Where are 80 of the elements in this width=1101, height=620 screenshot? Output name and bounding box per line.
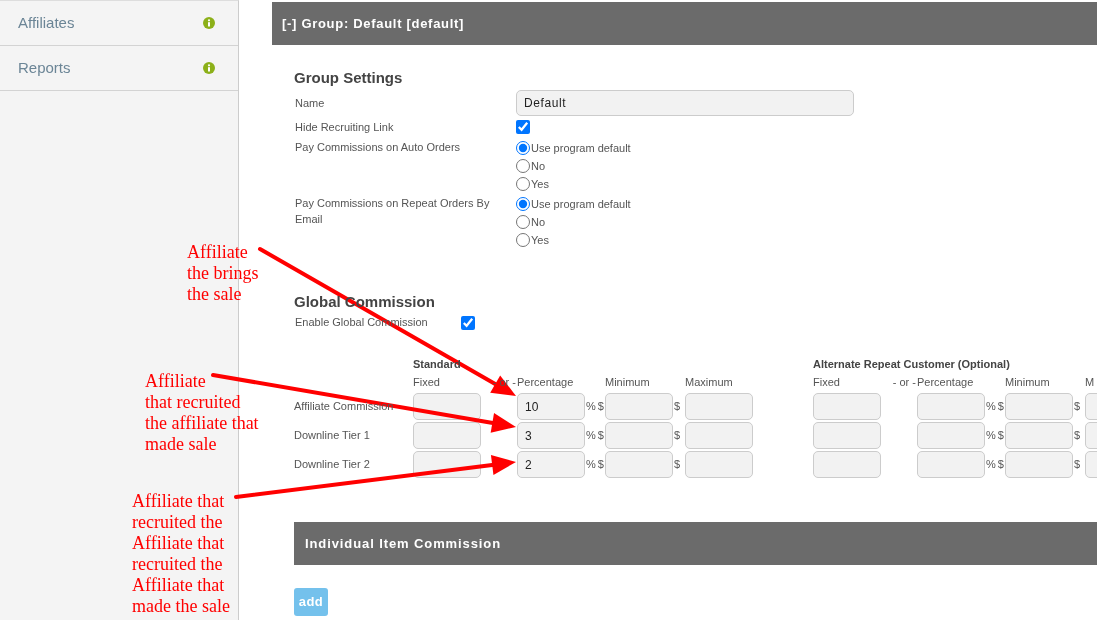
option-label: Use program default	[531, 197, 631, 211]
unit-label: $	[597, 428, 604, 444]
input-field[interactable]	[1005, 393, 1073, 420]
text-field[interactable]: Default	[516, 90, 854, 116]
annotation-note: Affiliate that recruited the Affiliate that recruited the Affiliate that made the sale	[132, 491, 230, 617]
radio-button[interactable]	[516, 141, 530, 155]
option-label: No	[531, 215, 546, 229]
option-label: Yes	[531, 233, 549, 247]
group-header[interactable]: [-] Group: Default [default]	[272, 2, 1097, 45]
column-header: Minimum	[605, 375, 651, 390]
radio-button[interactable]	[516, 233, 530, 247]
input-field[interactable]	[813, 451, 881, 478]
annotation-note: Affiliate that recruited the affiliate that made sale	[145, 371, 259, 455]
input-field[interactable]	[413, 422, 481, 449]
input-field[interactable]	[917, 451, 985, 478]
column-header: Percentage	[517, 375, 575, 390]
unit-label: %	[986, 399, 996, 415]
unit-label: %	[986, 428, 996, 444]
unit-label: $	[597, 457, 604, 473]
unit-label: %	[586, 399, 596, 415]
sidebar-link[interactable]: Affiliates	[18, 11, 75, 35]
input-field[interactable]	[1005, 451, 1073, 478]
input-field[interactable]	[685, 422, 753, 449]
unit-label: $	[997, 457, 1004, 473]
option-label: Use program default	[531, 141, 631, 155]
option-label: No	[531, 159, 546, 173]
radio-button[interactable]	[516, 159, 530, 173]
unit-label: %	[586, 457, 596, 473]
input-field[interactable]	[685, 393, 753, 420]
field-label: Pay Commissions on Auto Orders	[294, 140, 462, 155]
info-icon	[203, 62, 215, 74]
input-field[interactable]	[813, 422, 881, 449]
option-label: Yes	[531, 177, 549, 191]
group-heading: Standard	[413, 357, 462, 371]
column-header: - or -	[891, 375, 917, 390]
input-field[interactable]	[917, 422, 985, 449]
column-header: Maximum	[685, 375, 734, 390]
input-field[interactable]: 3	[517, 422, 585, 449]
column-header: Minimum	[1005, 375, 1051, 390]
field-label: Name	[294, 96, 326, 111]
input-field[interactable]: 2	[517, 451, 585, 478]
radio-button[interactable]	[516, 215, 530, 229]
checkbox[interactable]	[461, 315, 475, 330]
column-header: Percentage	[917, 375, 975, 390]
unit-label: $	[597, 399, 604, 415]
unit-label: $	[997, 399, 1004, 415]
input-field[interactable]	[685, 451, 753, 478]
input-field[interactable]	[813, 393, 881, 420]
input-field[interactable]	[605, 422, 673, 449]
row-label: Downline Tier 2	[294, 457, 371, 473]
checkbox[interactable]	[516, 120, 530, 134]
field-label: Hide Recruiting Link	[294, 120, 395, 135]
input-field[interactable]	[605, 451, 673, 478]
column-header: Fixed	[813, 375, 841, 390]
row-label: Affiliate Commission	[294, 399, 395, 415]
group-heading: Alternate Repeat Customer (Optional)	[813, 357, 1011, 371]
unit-label: %	[586, 428, 596, 444]
unit-label: $	[674, 399, 681, 415]
input-field[interactable]	[605, 393, 673, 420]
unit-label: %	[986, 457, 996, 473]
column-header: M	[1085, 375, 1096, 390]
column-header: Fixed	[413, 375, 441, 390]
unit-label: $	[674, 428, 681, 444]
radio-button[interactable]	[516, 177, 530, 191]
unit-label: $	[1074, 399, 1081, 415]
sidebar-link[interactable]: Reports	[18, 56, 71, 80]
section-heading: Group Settings	[294, 69, 404, 87]
unit-label: $	[997, 428, 1004, 444]
row-label: Downline Tier 1	[294, 428, 371, 444]
input-field[interactable]	[1005, 422, 1073, 449]
unit-label: $	[674, 457, 681, 473]
section-header: Individual Item Commission	[294, 522, 1097, 565]
input-field[interactable]: 10	[517, 393, 585, 420]
field-label: Pay Commissions on Repeat Orders By Email	[294, 196, 491, 227]
unit-label: $	[1074, 457, 1081, 473]
unit-label: $	[1074, 428, 1081, 444]
input-field[interactable]	[917, 393, 985, 420]
radio-button[interactable]	[516, 197, 530, 211]
annotation-note: Affiliate the brings the sale	[187, 242, 259, 305]
info-icon	[203, 17, 215, 29]
